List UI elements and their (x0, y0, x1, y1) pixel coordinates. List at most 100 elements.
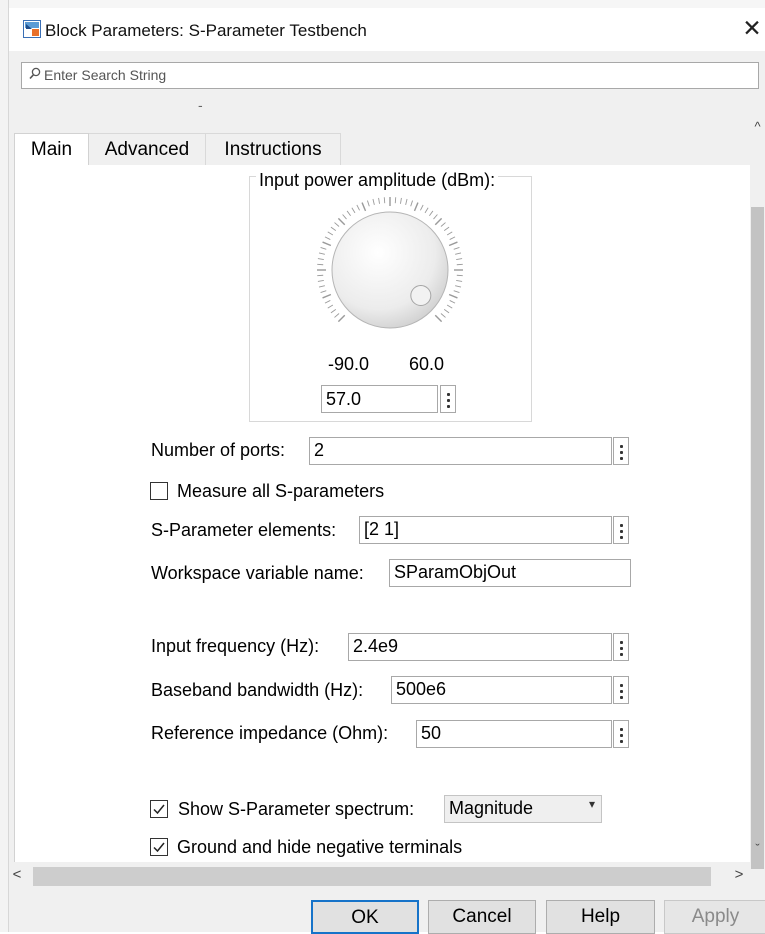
knob-tick (450, 300, 455, 303)
knob-tick (455, 253, 461, 254)
knob-tick (447, 305, 452, 308)
input-frequency-field[interactable]: 2.4e9 (348, 633, 612, 661)
knob-tick (425, 208, 428, 213)
knob-tick (347, 211, 351, 216)
show-spectrum-checkbox[interactable] (150, 800, 168, 818)
knob-tick (449, 242, 457, 245)
scroll-right-icon[interactable]: > (731, 866, 747, 883)
measure-all-label: Measure all S-parameters (177, 481, 384, 502)
num-ports-more-button[interactable] (613, 437, 629, 465)
knob-tick (441, 223, 446, 227)
horizontal-scrollbar[interactable]: < > (9, 862, 750, 890)
knob-tick (414, 203, 417, 211)
search-bar: Enter Search String (9, 51, 765, 99)
knob-tick (450, 237, 455, 240)
scroll-up-icon[interactable]: ^ (750, 119, 765, 134)
knob-tick (331, 227, 336, 231)
knob-tick (367, 201, 369, 207)
spectrum-type-select[interactable]: Magnitude ▾ (444, 795, 602, 823)
knob-tick (321, 291, 327, 293)
search-input[interactable]: Enter Search String (21, 62, 759, 89)
knob-tick (456, 259, 462, 260)
knob-tick (456, 280, 462, 281)
knob-tick (334, 223, 339, 227)
power-knob[interactable] (305, 195, 475, 345)
knob-min-label: -90.0 (328, 354, 369, 375)
scroll-left-icon[interactable]: < (9, 866, 25, 883)
knob-tick (325, 237, 330, 240)
knob-tick (338, 218, 344, 224)
sparam-elements-more-button[interactable] (613, 516, 629, 544)
knob-tick (379, 198, 380, 204)
sparam-elements-field[interactable]: [2 1] (359, 516, 612, 544)
clipped-text-fragment: - (198, 100, 206, 112)
knob-tick (321, 247, 327, 249)
knob-label: Input power amplitude (dBm): (256, 170, 498, 191)
knob-tick (435, 315, 441, 321)
knob-value-input[interactable]: 57.0 (321, 385, 438, 413)
knob-tick (455, 286, 461, 287)
knob-tick (328, 305, 333, 308)
knob-tick (323, 294, 331, 297)
knob-tick (373, 199, 374, 205)
baseband-bandwidth-field[interactable]: 500e6 (391, 676, 612, 704)
knob-tick (357, 205, 360, 210)
knob-tick (334, 314, 339, 318)
button-bar: OK Cancel Help Apply (9, 890, 765, 932)
knob-tick (343, 214, 347, 219)
ground-hide-checkbox[interactable] (150, 838, 168, 856)
knob-tick (447, 232, 452, 235)
knob-tick (444, 309, 449, 313)
tab-instructions[interactable]: Instructions (206, 133, 341, 165)
baseband-bandwidth-more-button[interactable] (613, 676, 629, 704)
ground-hide-label: Ground and hide negative terminals (177, 837, 462, 858)
search-icon (29, 67, 41, 81)
scrollbar-corner (750, 869, 765, 890)
knob-tick (362, 203, 365, 211)
knob-tick (454, 247, 460, 249)
apply-button[interactable]: Apply (664, 900, 765, 934)
knob-tick (325, 300, 330, 303)
num-ports-label: Number of ports: (151, 440, 285, 461)
close-icon[interactable]: ✕ (737, 13, 765, 43)
tab-advanced[interactable]: Advanced (89, 133, 206, 165)
ok-button[interactable]: OK (311, 900, 419, 934)
knob-indicator (411, 285, 431, 305)
search-placeholder: Enter Search String (44, 67, 166, 83)
baseband-bandwidth-label: Baseband bandwidth (Hz): (151, 680, 363, 701)
cancel-button[interactable]: Cancel (428, 900, 536, 934)
reference-impedance-field[interactable]: 50 (416, 720, 612, 748)
num-ports-field[interactable]: 2 (309, 437, 612, 465)
input-frequency-label: Input frequency (Hz): (151, 636, 319, 657)
knob-dial[interactable] (332, 212, 448, 328)
knob-tick (331, 309, 336, 313)
vertical-scroll-thumb[interactable] (751, 207, 764, 873)
spectrum-type-value: Magnitude (449, 798, 533, 818)
horizontal-scroll-thumb[interactable] (33, 867, 711, 886)
knob-tick (449, 294, 457, 297)
vertical-scrollbar[interactable]: ^ ˇ (750, 99, 765, 869)
scroll-down-icon[interactable]: ˇ (750, 841, 765, 856)
knob-tick (352, 208, 355, 213)
tab-strip: Main Advanced Instructions (9, 133, 750, 165)
knob-tick (429, 211, 433, 216)
window-frame-top (0, 0, 765, 8)
dropdown-arrow-icon: ▾ (589, 797, 595, 811)
window-title: Block Parameters: S-Parameter Testbench (45, 21, 367, 41)
knob-tick (420, 205, 423, 210)
knob-tick (319, 286, 325, 287)
tab-main[interactable]: Main (14, 133, 89, 167)
help-button[interactable]: Help (546, 900, 655, 934)
reference-impedance-more-button[interactable] (613, 720, 629, 748)
measure-all-checkbox[interactable] (150, 482, 168, 500)
knob-tick (441, 314, 446, 318)
knob-more-button[interactable] (440, 385, 456, 413)
knob-tick (411, 201, 413, 207)
knob-tick (323, 242, 331, 245)
knob-tick (328, 232, 333, 235)
knob-tick (435, 218, 441, 224)
input-frequency-more-button[interactable] (613, 633, 629, 661)
reference-impedance-label: Reference impedance (Ohm): (151, 723, 388, 744)
workspace-var-field[interactable]: SParamObjOut (389, 559, 631, 587)
knob-tick (338, 315, 344, 321)
